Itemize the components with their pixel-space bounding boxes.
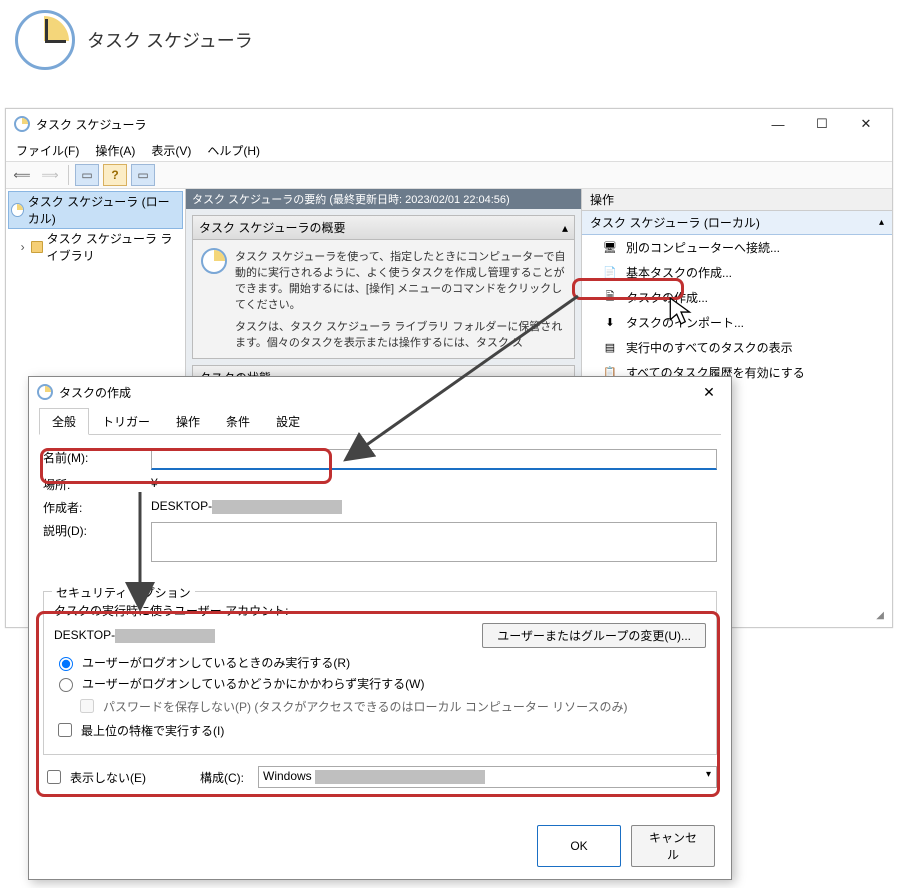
maximize-button[interactable]: ☐	[800, 110, 844, 138]
ok-button[interactable]: OK	[537, 825, 621, 867]
name-label: 名前(M):	[43, 449, 143, 466]
overview-panel: タスク スケジューラの概要 ▴ タスク スケジューラを使って、指定したときにコン…	[192, 215, 575, 359]
check-hidden[interactable]	[47, 770, 61, 784]
create-task-dialog: タスクの作成 ✕ 全般 トリガー 操作 条件 設定 名前(M): 場所: ¥ 作…	[28, 376, 732, 880]
help-button[interactable]: ?	[103, 164, 127, 186]
window-title: タスク スケジューラ	[36, 116, 147, 133]
tab-general[interactable]: 全般	[39, 408, 89, 435]
menu-file[interactable]: ファイル(F)	[10, 140, 85, 161]
security-group: セキュリティ オプション タスクの実行時に使うユーザー アカウント: DESKT…	[43, 591, 717, 755]
tab-conditions[interactable]: 条件	[213, 408, 263, 435]
app-header: タスク スケジューラ	[15, 10, 253, 70]
tree-root[interactable]: タスク スケジューラ (ローカル)	[8, 191, 183, 229]
tree-root-label: タスク スケジューラ (ローカル)	[28, 193, 180, 227]
back-button[interactable]: ⟸	[10, 164, 34, 186]
name-input[interactable]	[151, 449, 717, 470]
collapse-icon[interactable]: ▴	[562, 221, 568, 235]
menubar: ファイル(F) 操作(A) 表示(V) ヘルプ(H)	[6, 139, 892, 161]
task-icon: 📄	[602, 265, 618, 281]
titlebar: タスク スケジューラ — ☐ ✕	[6, 109, 892, 139]
action-label: 基本タスクの作成...	[626, 264, 732, 281]
radio-any-label: ユーザーがログオンしているかどうかにかかわらず実行する(W)	[82, 675, 424, 692]
forward-button[interactable]: ⟹	[38, 164, 62, 186]
close-button[interactable]: ✕	[844, 110, 888, 138]
action-label: タスクの作成...	[626, 289, 708, 306]
menu-view[interactable]: 表示(V)	[145, 140, 197, 161]
dialog-close-button[interactable]: ✕	[693, 381, 725, 403]
security-title: セキュリティ オプション	[52, 584, 195, 601]
actions-subheader: タスク スケジューラ (ローカル) ▴	[582, 211, 892, 235]
collapse-icon[interactable]: ▴	[879, 217, 884, 228]
check-highest-label: 最上位の特権で実行する(I)	[81, 722, 224, 739]
description-input[interactable]	[151, 522, 717, 562]
change-user-button[interactable]: ユーザーまたはグループの変更(U)...	[482, 623, 706, 648]
folder-icon	[31, 241, 42, 253]
account-value: DESKTOP-	[54, 628, 215, 643]
overview-text-1: タスク スケジューラを使って、指定したときにコンピューターで自動的に実行されるよ…	[235, 248, 566, 312]
overview-title: タスク スケジューラの概要	[199, 219, 346, 236]
config-label: 構成(C):	[200, 769, 244, 786]
author-label: 作成者:	[43, 499, 143, 516]
clock-icon	[201, 248, 227, 274]
author-value: DESKTOP-	[151, 499, 717, 514]
radio-any-time[interactable]	[59, 678, 73, 692]
action-running[interactable]: ▤ 実行中のすべてのタスクの表示	[582, 335, 892, 360]
dialog-title: タスクの作成	[59, 384, 131, 401]
tree-child[interactable]: › タスク スケジューラ ライブラリ	[8, 229, 183, 265]
tab-triggers[interactable]: トリガー	[89, 408, 163, 435]
location-value: ¥	[151, 476, 717, 490]
tab-actions[interactable]: 操作	[163, 408, 213, 435]
radio-logon-only[interactable]	[59, 657, 73, 671]
action-label: タスクのインポート...	[626, 314, 744, 331]
app-title: タスク スケジューラ	[87, 27, 253, 53]
tab-settings[interactable]: 設定	[263, 408, 313, 435]
toolbar-button-a[interactable]: ▭	[75, 164, 99, 186]
minimize-button[interactable]: —	[756, 110, 800, 138]
import-icon: ⬇	[602, 315, 618, 331]
menu-action[interactable]: 操作(A)	[89, 140, 141, 161]
check-highest-priv[interactable]	[58, 723, 72, 737]
clock-icon	[11, 203, 24, 217]
expander-icon[interactable]: ›	[18, 240, 27, 254]
toolbar: ⟸ ⟹ ▭ ? ▭	[6, 161, 892, 189]
menu-help[interactable]: ヘルプ(H)	[201, 140, 266, 161]
clock-icon	[14, 116, 30, 132]
action-create-task[interactable]: 🗎 タスクの作成...	[582, 285, 892, 310]
dialog-tabs: 全般 トリガー 操作 条件 設定	[39, 407, 721, 435]
computer-icon: 🖥	[602, 240, 618, 256]
check-no-password	[80, 699, 94, 713]
action-label: 実行中のすべてのタスクの表示	[626, 339, 793, 356]
toolbar-button-b[interactable]: ▭	[131, 164, 155, 186]
clock-icon	[15, 10, 75, 70]
cancel-button[interactable]: キャンセル	[631, 825, 715, 867]
check-hidden-label: 表示しない(E)	[70, 769, 146, 786]
clock-icon	[37, 384, 53, 400]
actions-header: 操作	[582, 189, 892, 211]
resize-grip-icon: ◢	[876, 610, 884, 621]
action-basic-task[interactable]: 📄 基本タスクの作成...	[582, 260, 892, 285]
summary-header: タスク スケジューラの要約 (最終更新日時: 2023/02/01 22:04:…	[186, 189, 581, 209]
radio-logon-label: ユーザーがログオンしているときのみ実行する(R)	[82, 654, 350, 671]
action-connect[interactable]: 🖥 別のコンピューターへ接続...	[582, 235, 892, 260]
config-select[interactable]: Windows	[258, 766, 717, 788]
overview-text-2: タスクは、タスク スケジューラ ライブラリ フォルダーに保管されます。個々のタス…	[235, 318, 566, 350]
list-icon: ▤	[602, 340, 618, 356]
new-icon: 🗎	[602, 290, 618, 306]
location-label: 場所:	[43, 476, 143, 493]
tree-child-label: タスク スケジューラ ライブラリ	[47, 230, 181, 264]
account-label: タスクの実行時に使うユーザー アカウント:	[54, 602, 706, 619]
check-no-password-label: パスワードを保存しない(P) (タスクがアクセスできるのはローカル コンピュータ…	[103, 698, 628, 715]
description-label: 説明(D):	[43, 522, 143, 539]
action-import[interactable]: ⬇ タスクのインポート...	[582, 310, 892, 335]
action-label: 別のコンピューターへ接続...	[626, 239, 780, 256]
